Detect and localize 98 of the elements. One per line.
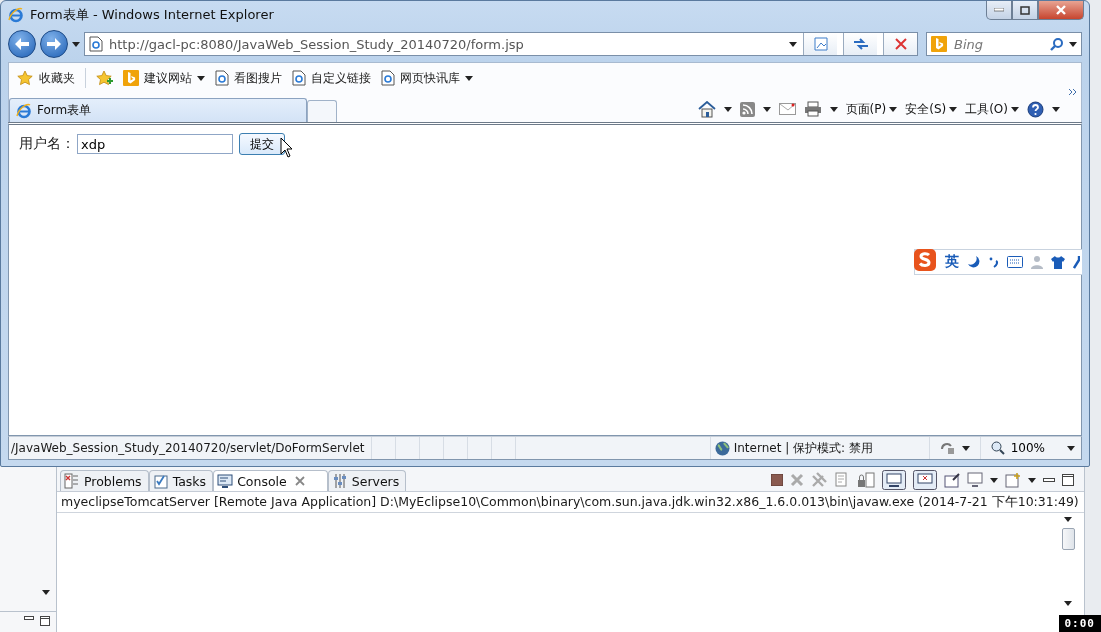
caret-icon [1028,477,1036,483]
zoom-button[interactable]: 100% [979,437,1081,459]
console-header: myeclipseTomcatServer [Remote Java Application] D:\MyEclipse10\Common\binary\com.sun.java.jdk.win32.x86_1.6.0.013\bin\javaw.exe (2014-7-21 下午10:31:49) [61,493,1079,511]
problems-icon [64,473,80,489]
refresh-icon [851,36,870,52]
pin-console-icon[interactable] [944,472,960,488]
display-console-icon[interactable] [967,472,983,488]
command-menu[interactable]: 页面(P) [845,100,898,118]
scroll-down-icon[interactable] [1064,601,1072,606]
search-caret-icon [1069,41,1077,47]
magnifier-icon [990,441,1005,455]
caret-icon [723,106,732,112]
caret-icon [990,477,998,483]
close-icon [1056,5,1066,15]
maximize-icon[interactable] [1062,474,1074,486]
submit-button[interactable]: 提交 [239,133,285,155]
scroll-up-icon[interactable] [1064,517,1072,522]
help-icon[interactable] [1027,100,1044,118]
show-output-icon[interactable] [882,470,906,490]
video-timestamp: 0:00 [1058,615,1101,632]
view-tab[interactable]: Problems [60,470,149,491]
stop-icon [894,38,907,50]
moon-icon[interactable] [967,255,981,269]
view-tab[interactable]: Servers [327,470,407,491]
caret-icon [1052,106,1060,112]
star-icon [17,70,34,86]
status-text: /JavaWeb_Session_Study_20140720/servlet/DoFormServlet [10,441,366,455]
minimize-icon [994,8,1004,12]
add-favorite-icon[interactable] [96,70,113,86]
caret-icon [762,106,771,112]
refresh-button[interactable] [843,33,877,55]
globe-icon [714,440,730,456]
web-page-icon [89,36,103,52]
web-page-icon [292,70,306,86]
mail-icon[interactable] [778,103,796,115]
caret-icon [1011,106,1019,112]
punctuation-icon[interactable] [989,256,999,268]
stop-button[interactable] [883,33,917,55]
close-icon[interactable] [294,476,305,486]
view-tab[interactable]: Tasks [148,470,214,491]
command-menu[interactable]: 安全(S) [905,100,958,118]
search-icon[interactable] [1050,37,1064,51]
scrollbar-thumb[interactable] [1061,528,1075,550]
view-menu-caret-icon [42,590,50,595]
ime-logo-icon[interactable] [913,248,937,272]
web-page-icon [215,70,229,86]
minimize-icon[interactable] [1043,477,1055,483]
right-arrow-icon [46,37,62,51]
sliders-icon [331,473,348,489]
tasks-icon [152,473,169,489]
caret-icon [829,106,838,112]
wrench-icon[interactable] [1073,255,1080,269]
ie-logo-icon [8,6,24,23]
favorites-link[interactable]: 看图搜片 [215,69,282,87]
command-menu[interactable]: 工具(O) [965,100,1019,118]
shirt-icon[interactable] [1051,255,1065,269]
caret-icon [1067,445,1075,451]
search-box[interactable]: Bing [926,32,1082,56]
bing-logo-icon [123,70,139,86]
left-arrow-icon [14,37,30,51]
bing-logo-icon [931,36,947,52]
caret-icon [789,41,797,47]
minimize-icon[interactable] [24,616,34,621]
favorites-link[interactable]: 自定义链接 [292,69,371,87]
minimize-button[interactable] [986,1,1012,20]
username-field[interactable]: xdp [77,134,233,154]
address-field[interactable]: http://gacl-pc:8080/JavaWeb_Session_Study_20140720/form.jsp [84,32,918,56]
history-caret-icon [72,41,80,47]
maximize-button[interactable] [1012,1,1038,20]
caret-icon [961,445,970,451]
favorites-button[interactable]: 收藏夹 [17,69,75,87]
ime-mode-toggle[interactable]: 英 [945,253,959,271]
monitor-icon [217,473,234,489]
forward-button[interactable] [40,30,68,58]
mouse-pointer-icon [280,137,293,158]
chevron-icon[interactable] [1068,88,1077,96]
back-button[interactable] [8,30,36,58]
address-text: http://gacl-pc:8080/JavaWeb_Session_Study_20140720/form.jsp [109,36,525,52]
security-zone-text: Internet | 保护模式: 禁用 [733,439,873,457]
username-label: 用户名： [19,135,75,153]
show-error-icon[interactable] [913,470,937,490]
caret-icon [889,106,898,112]
print-icon[interactable] [803,101,822,117]
feed-icon[interactable] [739,101,755,117]
maximize-icon [1020,5,1030,15]
window-title: Form表单 - Windows Internet Explorer [30,5,275,24]
browser-tab[interactable]: Form表单 [9,98,307,122]
view-tab[interactable]: Console [213,470,328,491]
scroll-lock-icon[interactable] [857,472,875,488]
web-page-icon [381,70,395,86]
ie-logo-icon [16,102,32,119]
close-button[interactable] [1038,1,1084,20]
caret-icon [949,106,958,112]
home-icon[interactable] [697,100,716,118]
keyboard-icon[interactable] [1007,256,1023,268]
maximize-icon[interactable] [40,616,50,626]
favorites-link[interactable]: 建议网站 [123,69,205,87]
favorites-link[interactable]: 网页快讯库 [381,69,473,87]
